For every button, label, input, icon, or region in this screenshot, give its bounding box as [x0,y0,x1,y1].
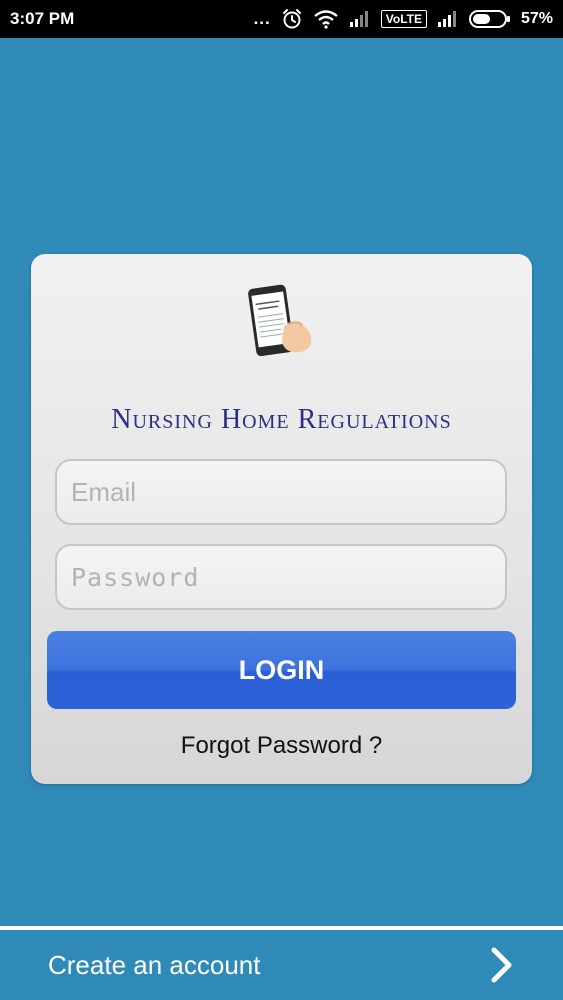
wifi-icon [313,10,338,29]
phone-in-hand-icon [248,284,312,357]
create-account-label: Create an account [48,949,261,980]
signal-icon-sim2 [437,11,456,27]
forgot-password-link[interactable]: Forgot Password ? [31,732,532,760]
alarm-icon [282,9,301,29]
signal-icon-sim1 [349,11,368,27]
app-title: Nursing Home Regulations [111,404,452,435]
battery-icon [468,10,510,28]
status-bar: 3:07 PM ... VoLTE 57% [0,0,563,38]
status-icons: ... VoLTE 57% [254,8,553,30]
chevron-right-icon [491,947,512,983]
email-field[interactable] [55,459,507,525]
create-account-button[interactable]: Create an account [0,930,563,1000]
login-button[interactable]: LOGIN [47,631,516,709]
overflow-dots: ... [253,9,271,28]
volte-badge: VoLTE [380,10,427,28]
status-time: 3:07 PM [10,9,75,28]
battery-percent: 57% [520,10,553,27]
login-card: Nursing Home Regulations LOGIN Forgot Pa… [31,254,532,784]
password-field[interactable] [55,544,507,610]
